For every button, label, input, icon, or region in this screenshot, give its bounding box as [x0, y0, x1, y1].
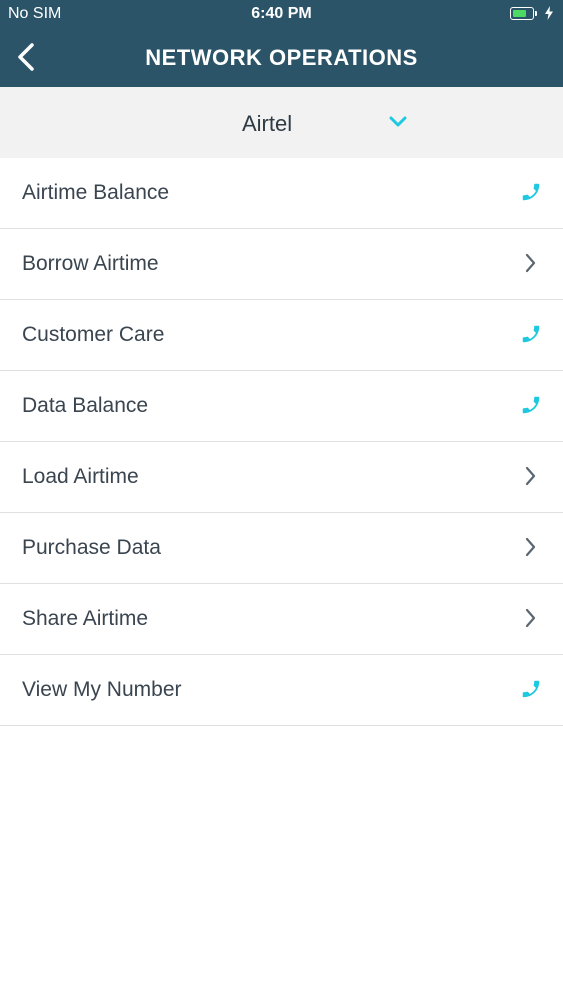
chevron-right-icon [520, 536, 542, 558]
list-item[interactable]: View My Number [0, 655, 563, 726]
chevron-right-icon [520, 252, 542, 274]
operation-label: Borrow Airtime [22, 252, 159, 275]
nav-bar: NETWORK OPERATIONS [0, 30, 563, 87]
battery-level [512, 9, 526, 17]
list-item[interactable]: Share Airtime [0, 584, 563, 655]
phone-icon [520, 394, 542, 416]
selected-network: Airtel [242, 111, 293, 136]
charging-icon [545, 6, 553, 20]
list-item[interactable]: Load Airtime [0, 442, 563, 513]
list-item[interactable]: Borrow Airtime [0, 229, 563, 300]
status-bar: No SIM 6:40 PM [0, 0, 563, 30]
list-item[interactable]: Data Balance [0, 371, 563, 442]
operation-label: Data Balance [22, 394, 149, 417]
operation-label: Airtime Balance [22, 181, 170, 204]
chevron-right-icon [520, 465, 542, 487]
battery-icon [510, 7, 534, 20]
operation-label: Purchase Data [22, 536, 161, 559]
operation-label: Share Airtime [22, 607, 149, 630]
phone-icon [520, 181, 542, 203]
operation-label: Load Airtime [22, 465, 139, 488]
battery-nub [535, 11, 537, 16]
status-time: 6:40 PM [251, 5, 312, 22]
list-item[interactable]: Airtime Balance [0, 158, 563, 229]
phone-icon [520, 323, 542, 345]
operations-list: Airtime Balance Borrow Airtime Customer Ca… [0, 158, 563, 726]
operation-label: View My Number [22, 678, 182, 701]
chevron-down-icon [389, 116, 407, 127]
chevron-right-icon [520, 607, 542, 629]
page-title: NETWORK OPERATIONS [145, 45, 418, 70]
list-item[interactable]: Customer Care [0, 300, 563, 371]
operation-label: Customer Care [22, 323, 165, 346]
list-item[interactable]: Purchase Data [0, 513, 563, 584]
network-selector[interactable]: Airtel [0, 87, 563, 158]
phone-icon [520, 678, 542, 700]
